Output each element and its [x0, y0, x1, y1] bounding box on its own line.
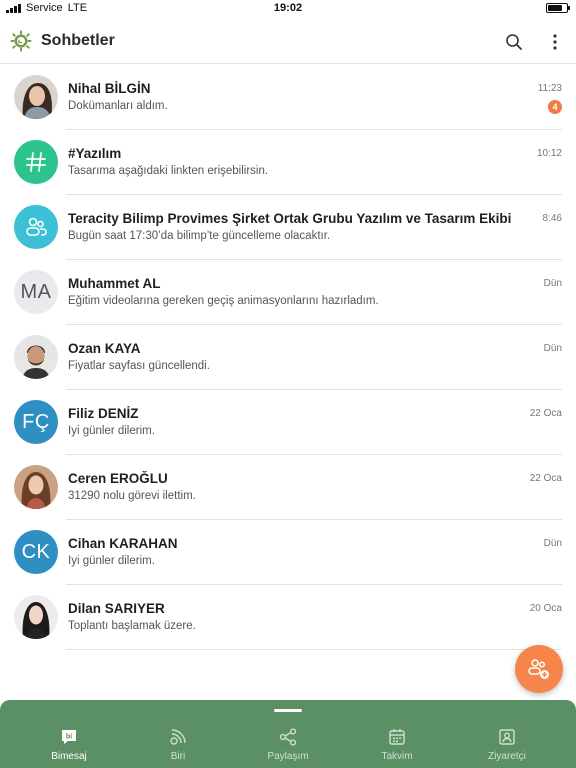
- biri-icon: [170, 729, 186, 745]
- chat-last-message: Eğitim videolarına gereken geçiş animasy…: [68, 295, 379, 307]
- new-group-chat-button[interactable]: [515, 645, 563, 693]
- chat-name: Muhammet AL: [68, 276, 161, 291]
- nav-item-bimesaj[interactable]: bi Bimesaj: [19, 726, 119, 766]
- avatar: [14, 465, 58, 509]
- chat-name: #Yazılım: [68, 146, 122, 161]
- chat-item[interactable]: Nihal BİLGİN Dokümanları aldım. 11:23 4: [0, 65, 576, 130]
- user-photo-icon: [14, 75, 58, 119]
- nav-item-takvim[interactable]: Takvim: [347, 726, 447, 766]
- chat-item[interactable]: FÇ Filiz DENİZ İyi günler dilerim. 22 Oc…: [0, 390, 576, 455]
- chat-time: 8:46: [542, 213, 562, 224]
- chat-last-message: Fiyatlar sayfası güncellendi.: [68, 360, 210, 372]
- avatar: MA: [14, 270, 58, 314]
- visitor-icon: [499, 729, 515, 745]
- avatar: [14, 595, 58, 639]
- status-bar: Service LTE 19:02: [0, 0, 576, 18]
- chat-item[interactable]: #Yazılım Tasarıma aşağıdaki linkten eriş…: [0, 130, 576, 195]
- kebab-menu-icon: [553, 34, 557, 50]
- chat-item[interactable]: Ceren EROĞLU 31290 nolu görevi ilettim. …: [0, 455, 576, 520]
- nav-label: Bimesaj: [51, 751, 87, 762]
- page-title: Sohbetler: [41, 32, 115, 49]
- chat-name: Dilan SARIYER: [68, 601, 165, 616]
- nav-item-biri[interactable]: Biri: [128, 726, 228, 766]
- group-icon: [26, 217, 47, 236]
- chat-time: Dün: [543, 538, 562, 549]
- user-photo-icon: [14, 335, 58, 379]
- chat-last-message: Bugün saat 17:30’da bilimp’te güncelleme…: [68, 230, 331, 242]
- chat-name: Nihal BİLGİN: [68, 81, 151, 96]
- avatar: CK: [14, 530, 58, 574]
- avatar: [14, 140, 58, 184]
- chat-last-message: İyi günler dilerim.: [68, 425, 155, 437]
- bimesaj-icon: bi: [62, 730, 76, 744]
- chat-name: Cihan KARAHAN: [68, 536, 178, 551]
- user-photo-icon: [14, 465, 58, 509]
- chat-time: 22 Oca: [529, 408, 562, 419]
- hashtag-icon: [26, 152, 46, 172]
- app-logo-icon: [10, 30, 32, 52]
- bottom-navigation: bi Bimesaj Biri Paylaşım Takvim Ziyaretç…: [0, 700, 576, 768]
- chat-last-message: Dokümanları aldım.: [68, 100, 168, 112]
- nav-item-paylasim[interactable]: Paylaşım: [238, 726, 338, 766]
- svg-text:bi: bi: [66, 734, 72, 741]
- chat-last-message: Toplantı başlamak üzere.: [68, 620, 196, 632]
- nav-label: Paylaşım: [267, 751, 309, 762]
- share-icon: [279, 728, 297, 746]
- chat-item[interactable]: Dilan SARIYER Toplantı başlamak üzere. 2…: [0, 585, 576, 650]
- nav-label: Ziyaretçi: [488, 751, 526, 762]
- chat-time: Dün: [543, 278, 562, 289]
- app-header: Sohbetler: [0, 18, 576, 64]
- chat-time: 11:23: [537, 83, 562, 94]
- chat-time: 10:12: [536, 148, 562, 159]
- chat-last-message: Tasarıma aşağıdaki linkten erişebilirsin…: [68, 165, 269, 177]
- nav-label: Takvim: [381, 751, 413, 762]
- chat-name: Ozan KAYA: [68, 341, 141, 356]
- more-options-button[interactable]: [541, 28, 569, 56]
- user-photo-icon: [14, 595, 58, 639]
- search-button[interactable]: [500, 28, 528, 56]
- chat-time: 20 Oca: [529, 603, 562, 614]
- chat-name: Filiz DENİZ: [68, 406, 139, 421]
- avatar: [14, 205, 58, 249]
- add-group-icon: [528, 659, 549, 679]
- unread-badge: 4: [548, 100, 562, 114]
- chat-list: Nihal BİLGİN Dokümanları aldım. 11:23 4 …: [0, 65, 576, 650]
- nav-label: Biri: [170, 751, 186, 762]
- chat-time: 22 Oca: [529, 473, 562, 484]
- chat-name: Teracity Bilimp Provimes Şirket Ortak Gr…: [68, 211, 512, 226]
- avatar: FÇ: [14, 400, 58, 444]
- divider: [66, 649, 562, 650]
- drag-handle[interactable]: [274, 709, 302, 712]
- battery-icon: [546, 3, 570, 13]
- calendar-icon: [389, 729, 405, 745]
- chat-last-message: İyi günler dilerim.: [68, 555, 155, 567]
- search-icon: [506, 34, 522, 50]
- avatar: [14, 335, 58, 379]
- nav-item-ziyaretci[interactable]: Ziyaretçi: [457, 726, 557, 766]
- chat-item[interactable]: Ozan KAYA Fiyatlar sayfası güncellendi. …: [0, 325, 576, 390]
- chat-item[interactable]: Teracity Bilimp Provimes Şirket Ortak Gr…: [0, 195, 576, 260]
- chat-name: Ceren EROĞLU: [68, 471, 168, 486]
- chat-item[interactable]: CK Cihan KARAHAN İyi günler dilerim. Dün: [0, 520, 576, 585]
- status-time: 19:02: [273, 2, 303, 14]
- chat-time: Dün: [543, 343, 562, 354]
- chat-last-message: 31290 nolu görevi ilettim.: [68, 490, 196, 502]
- chat-item[interactable]: MA Muhammet AL Eğitim videolarına gereke…: [0, 260, 576, 325]
- avatar: [14, 75, 58, 119]
